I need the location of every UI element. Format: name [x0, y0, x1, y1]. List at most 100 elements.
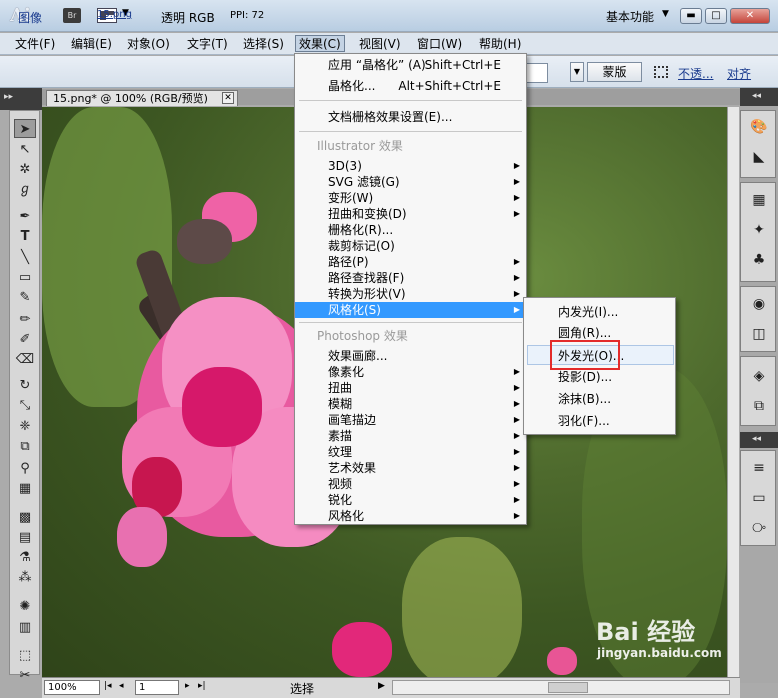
menu-item-3d[interactable]: 3D(3) ▶ [295, 158, 526, 174]
rotate-tool-icon[interactable]: ↻ [14, 376, 36, 395]
paintbrush-tool-icon[interactable]: ✎ [14, 288, 36, 307]
rectangle-tool-icon[interactable]: ▭ [14, 268, 36, 287]
page-select[interactable]: 1 [135, 680, 179, 695]
menu-item-pathfinder[interactable]: 路径查找器(F) ▶ [295, 270, 526, 286]
menu-item-rasterize[interactable]: 栅格化(R)... [295, 222, 526, 238]
bridge-button[interactable]: Br [63, 8, 81, 23]
menu-item-svg-filters[interactable]: SVG 滤镜(G) ▶ [295, 174, 526, 190]
menu-select[interactable]: 选择(S) [240, 36, 287, 53]
workspace-switcher[interactable]: 基本功能 [606, 8, 654, 25]
menu-item-sketch[interactable]: 素描 ▶ [295, 428, 526, 444]
type-tool-icon[interactable]: T [14, 227, 36, 246]
menu-item-texture[interactable]: 纹理 ▶ [295, 444, 526, 460]
direct-selection-tool-icon[interactable]: ↖ [14, 140, 36, 159]
menu-edit[interactable]: 编辑(E) [68, 36, 115, 53]
gradient-panel-icon[interactable]: ▭ [749, 489, 769, 507]
menu-item-distort-transform[interactable]: 扭曲和变换(D) ▶ [295, 206, 526, 222]
symbols-icon[interactable]: ♣ [749, 251, 769, 269]
pathfinder-icon[interactable]: ⧂ [749, 519, 769, 537]
slice-tool-icon[interactable]: ✂ [14, 666, 36, 685]
selection-tool-icon[interactable]: ➤ [14, 119, 36, 138]
lasso-tool-icon[interactable]: ℊ [14, 180, 36, 199]
menu-item-crop-marks[interactable]: 裁剪标记(O) [295, 238, 526, 254]
close-icon[interactable]: ✕ [222, 92, 234, 104]
menu-item-path[interactable]: 路径(P) ▶ [295, 254, 526, 270]
eraser-tool-icon[interactable]: ⌫ [14, 350, 36, 369]
collapse-icon[interactable]: ▸▸ [4, 92, 13, 102]
shape-builder-tool-icon[interactable]: ⚲ [14, 459, 36, 478]
menu-item-effect-gallery[interactable]: 效果画廊... [295, 348, 526, 364]
menu-file[interactable]: 文件(F) [12, 36, 58, 53]
blob-brush-tool-icon[interactable]: ✐ [14, 330, 36, 349]
menu-item-warp[interactable]: 变形(W) ▶ [295, 190, 526, 206]
menu-help[interactable]: 帮助(H) [476, 36, 524, 53]
scroll-thumb[interactable] [548, 682, 588, 693]
layers-icon[interactable]: ◈ [749, 367, 769, 385]
menu-item-raster-settings[interactable]: 文档栅格效果设置(E)... [295, 109, 526, 125]
line-tool-icon[interactable]: ╲ [14, 248, 36, 267]
next-page-icon[interactable]: ▸ [185, 681, 190, 691]
menu-item-last-effect[interactable]: 晶格化... Alt+Shift+Ctrl+E [295, 78, 526, 94]
brushes-icon[interactable]: ✦ [749, 221, 769, 239]
align-link[interactable]: 对齐 [727, 65, 751, 82]
maximize-button[interactable]: □ [705, 8, 727, 24]
expand-panels-icon[interactable]: ◂◂ [752, 434, 761, 444]
eyedropper-tool-icon[interactable]: ⚗ [14, 548, 36, 567]
menu-effect[interactable]: 效果(C) [295, 35, 345, 52]
menu-item-video[interactable]: 视频 ▶ [295, 476, 526, 492]
menu-item-brush-strokes[interactable]: 画笔描边 ▶ [295, 412, 526, 428]
zoom-select[interactable]: 100% [44, 680, 100, 695]
transform-icon[interactable] [654, 66, 668, 78]
menu-item-distort[interactable]: 扭曲 ▶ [295, 380, 526, 396]
magic-wand-tool-icon[interactable]: ✲ [14, 160, 36, 179]
menu-type[interactable]: 文字(T) [184, 36, 231, 53]
symbol-sprayer-tool-icon[interactable]: ✺ [14, 597, 36, 616]
minimize-button[interactable]: ▬ [680, 8, 702, 24]
color-panel-icon[interactable]: 🎨 [749, 118, 769, 136]
perspective-grid-tool-icon[interactable]: ▦ [14, 479, 36, 498]
transparency-icon[interactable]: ◫ [749, 325, 769, 343]
chevron-down-icon[interactable]: ▼ [662, 9, 669, 19]
artboard-tool-icon[interactable]: ⬚ [14, 646, 36, 665]
warp-tool-icon[interactable]: ❈ [14, 417, 36, 436]
submenu-item-scribble[interactable]: 涂抹(B)... [524, 389, 675, 409]
pen-tool-icon[interactable]: ✒ [14, 207, 36, 226]
column-graph-tool-icon[interactable]: ▥ [14, 618, 36, 637]
status-menu-arrow-icon[interactable]: ▶ [378, 681, 385, 691]
menu-item-blur[interactable]: 模糊 ▶ [295, 396, 526, 412]
vertical-scrollbar[interactable] [727, 107, 739, 677]
menu-item-ps-stylize[interactable]: 风格化 ▶ [295, 508, 526, 524]
menu-window[interactable]: 窗口(W) [414, 36, 465, 53]
blend-tool-icon[interactable]: ⁂ [14, 568, 36, 587]
artboards-icon[interactable]: ⧉ [749, 397, 769, 415]
free-transform-tool-icon[interactable]: ⧉ [14, 437, 36, 456]
color-guide-icon[interactable]: ◣ [749, 148, 769, 166]
menu-view[interactable]: 视图(V) [356, 36, 404, 53]
linked-file-link[interactable]: 15.png [97, 9, 132, 20]
mesh-tool-icon[interactable]: ▩ [14, 508, 36, 527]
swatches-icon[interactable]: ▦ [749, 191, 769, 209]
menu-item-apply-last[interactable]: 应用 “晶格化” (A) Shift+Ctrl+E [295, 57, 526, 73]
menu-object[interactable]: 对象(O) [124, 36, 173, 53]
horizontal-scrollbar[interactable] [392, 680, 730, 695]
menu-item-convert-to-shape[interactable]: 转换为形状(V) ▶ [295, 286, 526, 302]
opacity-link[interactable]: 不透... [678, 65, 713, 82]
expand-panels-icon[interactable]: ◂◂ [752, 91, 761, 101]
submenu-item-drop-shadow[interactable]: 投影(D)... [524, 367, 675, 387]
pencil-tool-icon[interactable]: ✏ [14, 310, 36, 329]
menu-item-stylize[interactable]: 风格化(S) ▶ [295, 302, 526, 318]
menu-item-artistic[interactable]: 艺术效果 ▶ [295, 460, 526, 476]
document-tab[interactable]: 15.png* @ 100% (RGB/预览) [46, 90, 238, 106]
close-button[interactable]: ✕ [730, 8, 770, 24]
menu-item-pixelate[interactable]: 像素化 ▶ [295, 364, 526, 380]
previous-page-icon[interactable]: ◂ [119, 681, 124, 691]
stroke-icon[interactable]: ◉ [749, 295, 769, 313]
scale-tool-icon[interactable]: ⤡ [14, 396, 36, 415]
last-page-icon[interactable]: ▸| [198, 681, 206, 691]
menu-item-sharpen[interactable]: 锐化 ▶ [295, 492, 526, 508]
submenu-item-inner-glow[interactable]: 内发光(I)... [524, 302, 675, 322]
first-page-icon[interactable]: |◂ [104, 681, 112, 691]
submenu-item-feather[interactable]: 羽化(F)... [524, 411, 675, 431]
gradient-tool-icon[interactable]: ▤ [14, 528, 36, 547]
chevron-down-icon[interactable]: ▼ [570, 62, 584, 82]
